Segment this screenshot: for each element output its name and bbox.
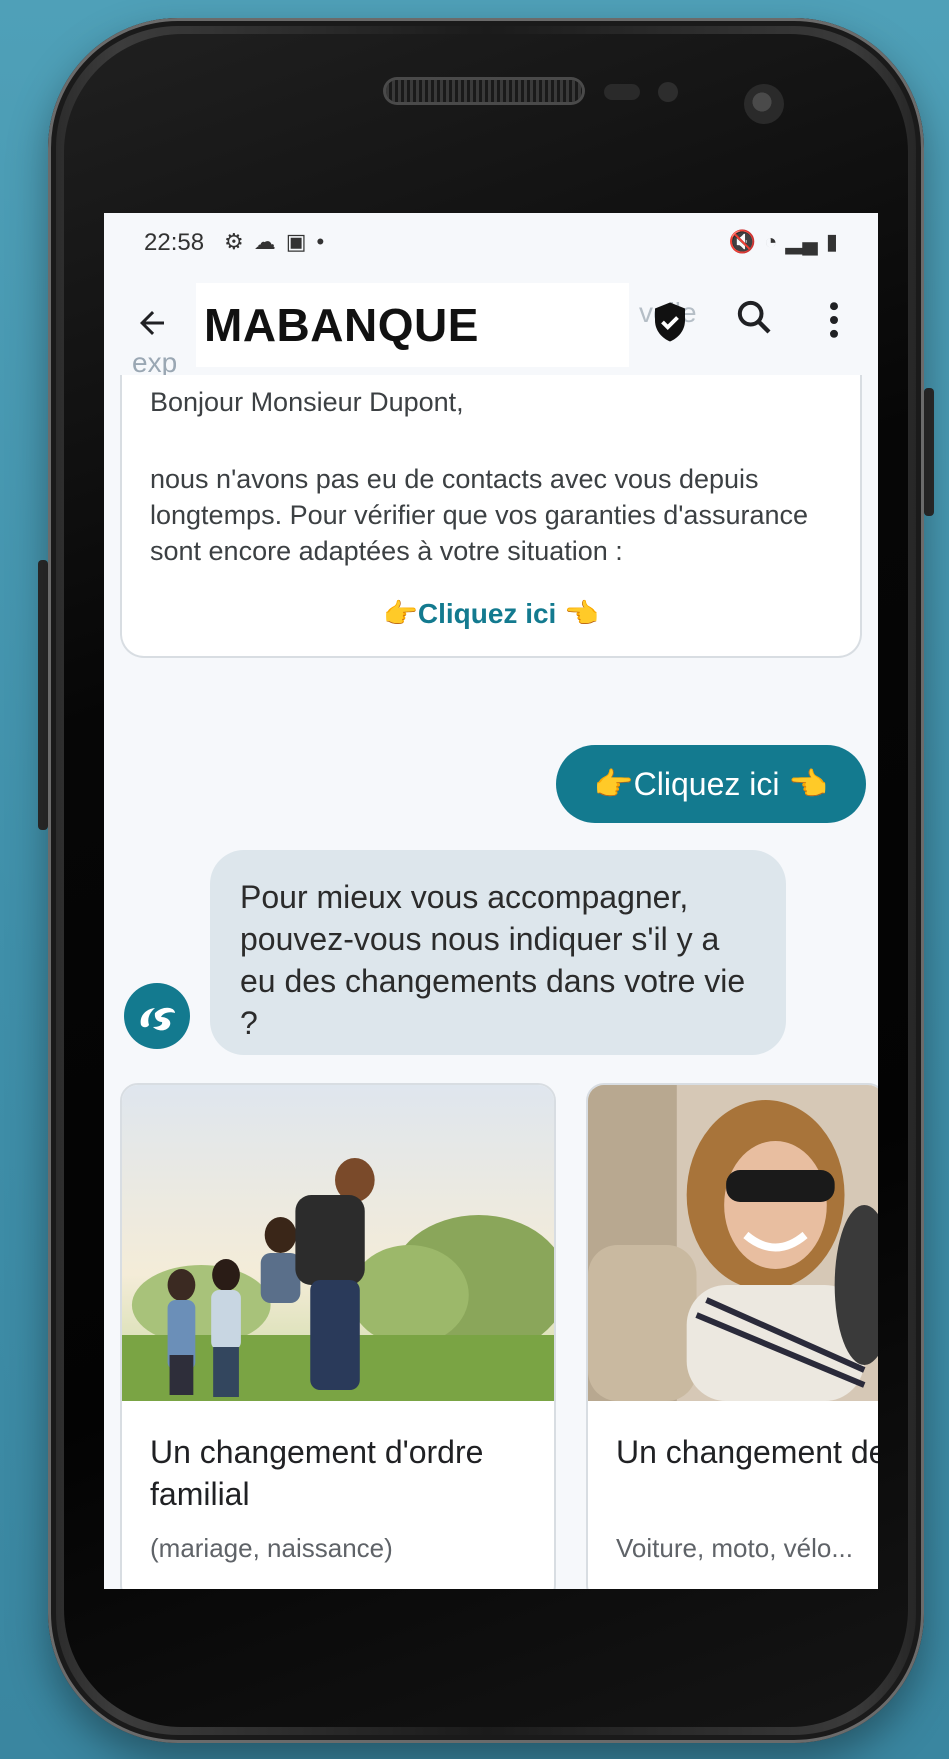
reply-chip-label: 👉Cliquez ici 👈 xyxy=(593,766,829,802)
card-title: Un changement de mobilité xyxy=(616,1434,878,1470)
app-bar: exp velle MABANQUE xyxy=(104,275,878,378)
message-greeting: Bonjour Monsieur Dupont, xyxy=(150,387,464,417)
bot-message-bubble: Pour mieux vous accompagner, pouvez-vous… xyxy=(210,850,786,1055)
suggestion-card-mobility[interactable]: Un changement de mobilité Voiture, moto,… xyxy=(586,1083,878,1589)
search-icon[interactable] xyxy=(734,297,780,343)
gear-icon: ⚙ xyxy=(224,229,244,254)
card-subtitle: (mariage, naissance) xyxy=(150,1533,393,1563)
dot-icon: • xyxy=(316,229,325,254)
status-bar: 22:58 ⚙ ☁ ▣ • 🔇 ◔ ▂▄ ▮ xyxy=(104,213,878,275)
driving-woman-photo xyxy=(588,1085,878,1401)
earpiece-speaker xyxy=(386,80,582,102)
title-box: MABANQUE xyxy=(196,283,629,367)
status-icons-right: 🔇 ◔ ▂▄ ▮ xyxy=(729,229,838,255)
front-camera xyxy=(744,84,784,124)
back-arrow-icon[interactable] xyxy=(134,305,170,351)
bot-message-text: Pour mieux vous accompagner, pouvez-vous… xyxy=(240,879,746,1041)
light-sensor xyxy=(658,82,678,102)
phone-screen: 22:58 ⚙ ☁ ▣ • 🔇 ◔ ▂▄ ▮ exp velle MABANQU… xyxy=(104,213,878,1589)
mute-icon: 🔇 xyxy=(728,229,757,254)
message-body: nous n'avons pas eu de contacts avec vou… xyxy=(150,464,809,566)
card-title: Un changement d'ordre familial xyxy=(150,1434,484,1512)
brand-logo-icon xyxy=(140,1007,175,1031)
verified-shield-icon[interactable] xyxy=(652,300,688,344)
card-subtitle: Voiture, moto, vélo... xyxy=(616,1533,854,1563)
phone-side-button-left xyxy=(38,560,48,830)
status-icons-left: ⚙ ☁ ▣ • xyxy=(224,229,324,255)
bot-avatar xyxy=(124,983,190,1049)
suggestion-card-family[interactable]: Un changement d'ordre familial (mariage,… xyxy=(120,1083,556,1589)
page-title: MABANQUE xyxy=(204,299,479,351)
cloud-icon: ☁ xyxy=(253,229,276,254)
wifi-icon: ◔ xyxy=(764,229,778,254)
more-options-icon[interactable] xyxy=(824,297,844,343)
battery-icon: ▮ xyxy=(825,229,838,254)
image-icon: ▣ xyxy=(285,229,307,254)
message-card: Bonjour Monsieur Dupont, nous n'avons pa… xyxy=(120,375,862,658)
family-photo xyxy=(122,1085,554,1401)
reply-chip[interactable]: 👉Cliquez ici 👈 xyxy=(556,745,866,823)
proximity-sensor xyxy=(604,84,640,100)
signal-icon: ▂▄ xyxy=(785,229,818,254)
status-time: 22:58 xyxy=(144,229,205,256)
message-link[interactable]: 👉Cliquez ici 👈 xyxy=(122,597,860,630)
phone-side-button-right xyxy=(924,388,934,516)
